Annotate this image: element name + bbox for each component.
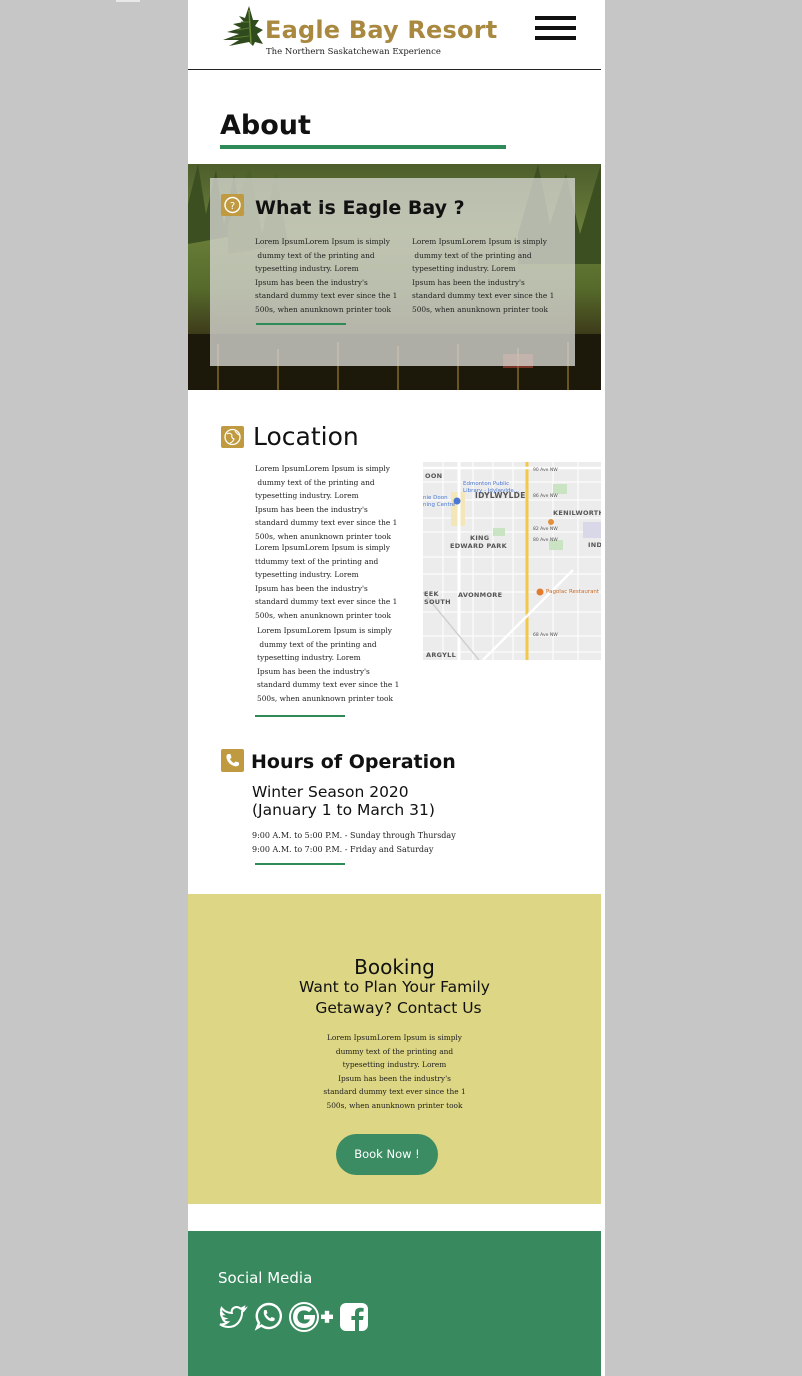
season-line-1: Winter Season 2020 bbox=[252, 783, 409, 801]
question-mark-icon: ? bbox=[221, 194, 244, 216]
map-label-edward-park: EDWARD PARK bbox=[450, 542, 507, 550]
about-heading: About bbox=[220, 110, 311, 141]
booking-heading: Booking bbox=[354, 955, 435, 979]
site-header: Eagle Bay Resort The Northern Saskatchew… bbox=[188, 0, 601, 70]
hours-weekday: 9:00 A.M. to 5:00 P.M. - Sunday through … bbox=[252, 831, 456, 840]
globe-icon bbox=[221, 426, 244, 448]
season-line-2: (January 1 to March 31) bbox=[252, 801, 435, 819]
location-text-1: Lorem IpsumLorem Ipsum is simply dummy t… bbox=[255, 464, 398, 541]
pine-tree-logo-icon bbox=[223, 6, 263, 46]
location-map[interactable]: OON IDYLWYLDE KENILWORTH IND KING EDWARD… bbox=[423, 462, 601, 660]
map-poi-centre: nie Doon ning Centre bbox=[423, 495, 456, 508]
google-plus-icon[interactable] bbox=[289, 1302, 335, 1332]
booking-section: Booking Want to Plan Your Family Getaway… bbox=[188, 894, 601, 1204]
svg-text:?: ? bbox=[230, 201, 235, 212]
site-footer: Social Media bbox=[188, 1231, 601, 1376]
page-edge bbox=[601, 0, 605, 1376]
hours-heading: Hours of Operation bbox=[251, 751, 456, 773]
site-tagline: The Northern Saskatchewan Experience bbox=[266, 47, 441, 57]
facebook-icon[interactable] bbox=[339, 1302, 369, 1332]
booking-text: Lorem IpsumLorem Ipsum is simply dummy t… bbox=[323, 1033, 466, 1110]
social-media-heading: Social Media bbox=[218, 1269, 313, 1287]
what-is-text-col2: Lorem IpsumLorem Ipsum is simply dummy t… bbox=[412, 237, 555, 314]
map-label-oon: OON bbox=[425, 472, 443, 480]
map-road-68ave: 68 Ave NW bbox=[533, 633, 558, 638]
map-road-82ave: 82 Ave NW bbox=[533, 527, 558, 532]
map-label-avonmore: AVONMORE bbox=[458, 591, 503, 599]
map-label-kenilworth: KENILWORTH bbox=[553, 509, 601, 517]
map-poi-restaurant: Pagolac Restaurant bbox=[546, 589, 600, 595]
location-underline bbox=[255, 715, 345, 717]
location-text-3: Lorem IpsumLorem Ipsum is simply dummy t… bbox=[257, 626, 400, 703]
twitter-icon[interactable] bbox=[218, 1303, 248, 1331]
map-label-king: KING bbox=[470, 534, 490, 542]
map-label-argyll: ARGYLL bbox=[426, 651, 457, 659]
what-is-underline bbox=[256, 323, 346, 325]
phone-icon bbox=[221, 749, 244, 772]
site-title[interactable]: Eagle Bay Resort bbox=[265, 16, 497, 44]
hamburger-menu-icon[interactable] bbox=[535, 16, 577, 44]
location-heading: Location bbox=[253, 422, 359, 451]
page: Eagle Bay Resort The Northern Saskatchew… bbox=[188, 0, 601, 1376]
map-road-80ave: 80 Ave NW bbox=[533, 538, 558, 543]
map-label-south: SOUTH bbox=[424, 598, 451, 606]
hours-underline bbox=[255, 863, 345, 865]
what-is-text-col1: Lorem IpsumLorem Ipsum is simply dummy t… bbox=[255, 237, 398, 314]
map-label-eek: EEK bbox=[424, 590, 439, 598]
window-edge bbox=[116, 0, 140, 2]
map-poi-library: Edmonton Public Library - Idylwylde... bbox=[463, 481, 520, 494]
hours-weekend: 9:00 A.M. to 7:00 P.M. - Friday and Satu… bbox=[252, 845, 434, 854]
what-is-heading: What is Eagle Bay ? bbox=[255, 197, 465, 219]
booking-subtitle-1: Want to Plan Your Family bbox=[299, 978, 490, 996]
whatsapp-icon[interactable] bbox=[254, 1301, 284, 1331]
map-road-86ave: 86 Ave NW bbox=[533, 494, 558, 499]
map-label-ind: IND bbox=[588, 541, 601, 549]
booking-subtitle-2: Getaway? Contact Us bbox=[315, 999, 482, 1017]
location-text-2: Lorem IpsumLorem Ipsum is simply ttdummy… bbox=[255, 543, 398, 620]
about-underline bbox=[220, 145, 506, 149]
map-road-90ave: 90 Ave NW bbox=[533, 468, 558, 473]
book-now-button[interactable]: Book Now ! bbox=[336, 1134, 438, 1175]
